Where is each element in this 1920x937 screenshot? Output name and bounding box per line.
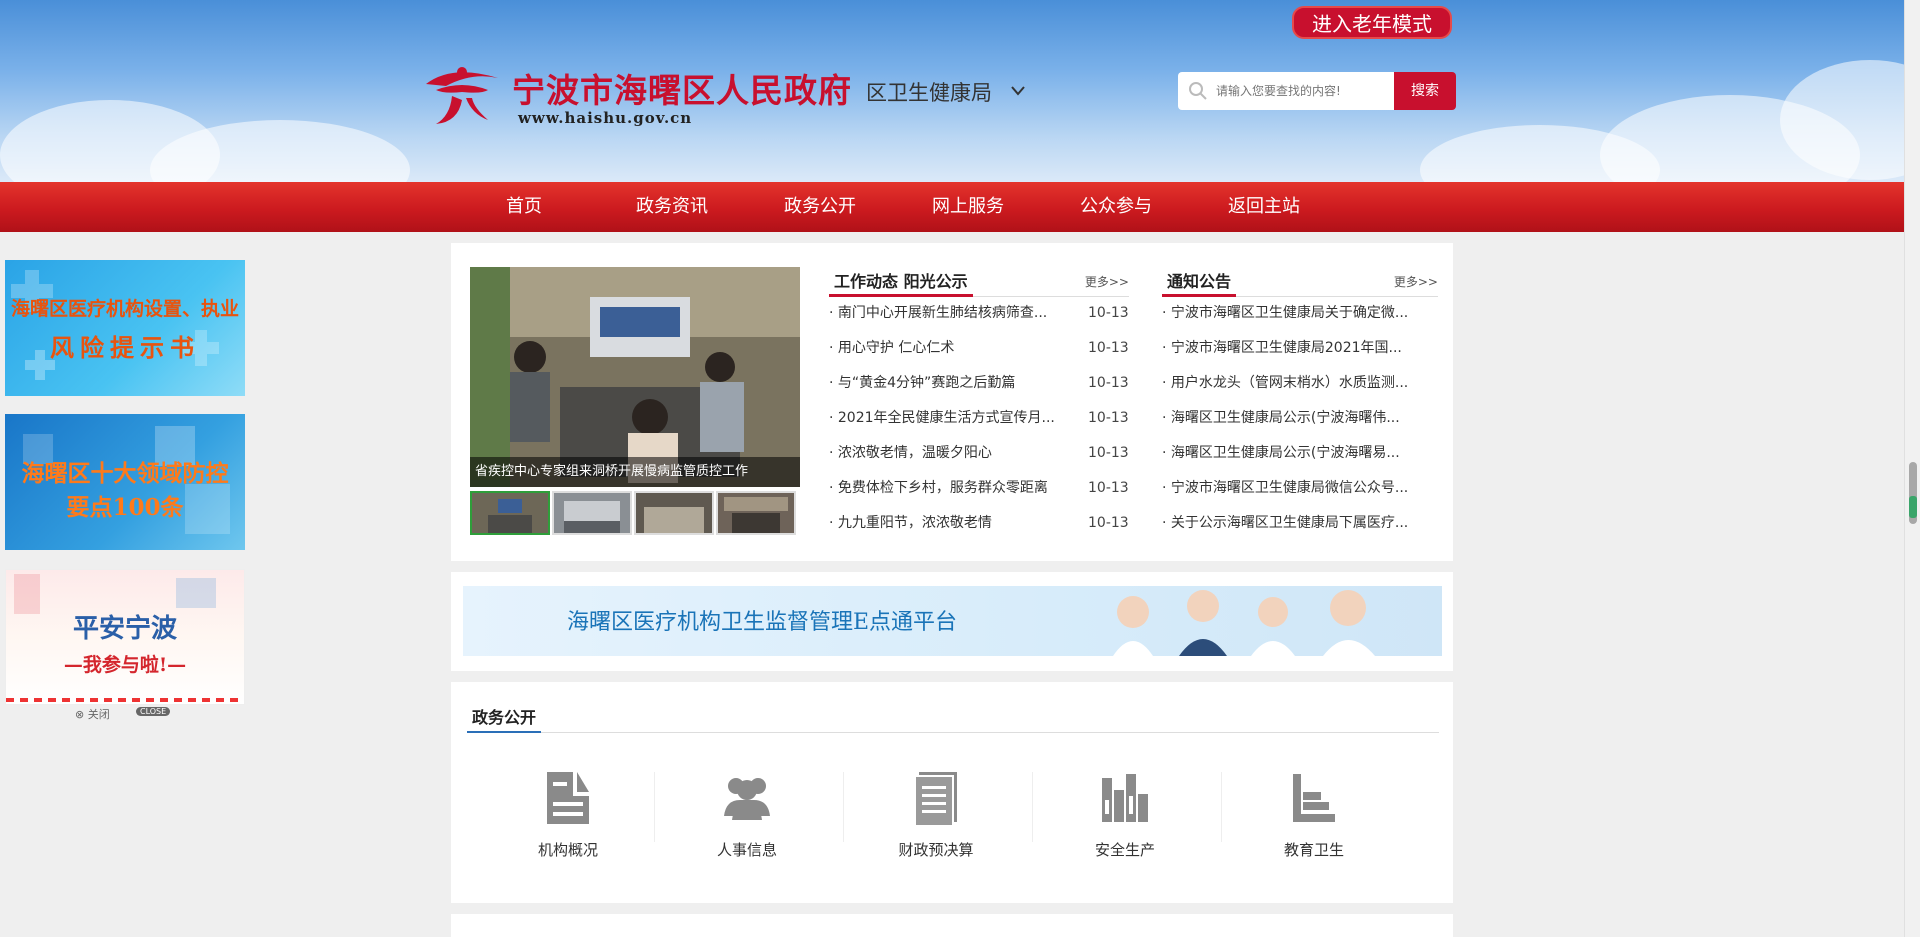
bar-chart-icon (1102, 774, 1148, 822)
news-date: 10-13 (1088, 515, 1129, 531)
nav-item-news[interactable]: 政务资讯 (612, 182, 732, 232)
department-selector[interactable]: 区卫生健康局 (866, 77, 992, 107)
ad-close-en-button[interactable]: CLOSE (136, 707, 171, 716)
category-personnel[interactable]: 人事信息 (672, 770, 822, 870)
news-date: 10-13 (1088, 445, 1129, 461)
category-org-overview[interactable]: 机构概况 (493, 770, 643, 870)
work-news-header: 工作动态 阳光公示 更多>> (829, 267, 1129, 297)
news-item[interactable]: · 与“黄金4分钟”赛跑之后勤篇 (829, 373, 1059, 393)
news-date: 10-13 (1088, 340, 1129, 356)
ad-prevention-line1: 海曙区十大领域防控 (21, 460, 229, 487)
ad-risk-line2: 风险提示书 (50, 333, 200, 362)
banner-panel: 海曙区医疗机构卫生监督管理E点通平台 (451, 572, 1453, 671)
site-url: www.haishu.gov.cn (518, 109, 693, 127)
people-icon (724, 778, 770, 820)
slide-thumbnail[interactable] (470, 491, 550, 535)
nav-item-home[interactable]: 首页 (464, 182, 584, 232)
e-platform-banner[interactable]: 海曙区医疗机构卫生监督管理E点通平台 (463, 586, 1442, 656)
category-divider (1032, 772, 1033, 842)
search-box (1178, 72, 1396, 110)
site-title[interactable]: 宁波市海曙区人民政府 (512, 64, 852, 112)
nav-item-public-participation[interactable]: 公众参与 (1056, 182, 1176, 232)
category-label: 财政预决算 (898, 841, 974, 859)
page-scrollbar[interactable] (1904, 0, 1920, 937)
news-panel: 省疾控中心专家组来洞桥开展慢病监管质控工作 工作动态 阳光公示 更多>> · 南… (451, 243, 1453, 561)
category-label: 人事信息 (716, 841, 777, 859)
ad-close-button[interactable]: ⊗ 关闭 (75, 706, 110, 722)
category-education-health[interactable]: 教育卫生 (1239, 770, 1389, 870)
news-item[interactable]: · 九九重阳节，浓浓敬老情 (829, 513, 1059, 533)
ad-risk-line1: 海曙区医疗机构设置、执业 (10, 298, 239, 320)
ad-safe-line2: —我参与啦!— (63, 654, 187, 676)
news-date: 10-13 (1088, 480, 1129, 496)
search-input[interactable] (1216, 72, 1392, 110)
notices-title[interactable]: 通知公告 (1162, 267, 1237, 297)
government-logo-icon[interactable] (422, 64, 502, 128)
meeting-photo (470, 267, 800, 487)
notice-item[interactable]: · 关于公示海曙区卫生健康局下属医疗... (1162, 513, 1438, 533)
slide-thumbnail[interactable] (634, 491, 714, 535)
news-item[interactable]: · 用心守护 仁心仁术 (829, 338, 1059, 358)
category-divider (654, 772, 655, 842)
news-date: 10-13 (1088, 375, 1129, 391)
news-date: 10-13 (1088, 410, 1129, 426)
gov-open-panel: 政务公开 机构概况 人事信息 财政预决算 安全生产 教育卫生 (451, 682, 1453, 903)
news-item[interactable]: · 2021年全民健康生活方式宣传月... (829, 408, 1059, 428)
notice-item[interactable]: · 海曙区卫生健康局公示(宁波海曙易... (1162, 443, 1438, 463)
medical-staff-graphic (1113, 590, 1375, 656)
category-safety[interactable]: 安全生产 (1050, 770, 1200, 870)
ad-safe-ningbo[interactable]: 平安宁波 —我参与啦!— (5, 569, 245, 705)
ad-safe-line1: 平安宁波 (72, 614, 177, 644)
slide-caption: 省疾控中心专家组来洞桥开展慢病监管质控工作 (470, 457, 800, 487)
news-date: 10-13 (1088, 305, 1129, 321)
notice-item[interactable]: · 宁波市海曙区卫生健康局关于确定微... (1162, 303, 1438, 323)
news-item[interactable]: · 浓浓敬老情，温暖夕阳心 (829, 443, 1059, 463)
category-label: 机构概况 (537, 841, 598, 859)
news-item[interactable]: · 南门中心开展新生肺结核病筛查... (829, 303, 1059, 323)
work-news-title[interactable]: 工作动态 阳光公示 (829, 267, 973, 297)
news-slideshow[interactable]: 省疾控中心专家组来洞桥开展慢病监管质控工作 (470, 267, 800, 487)
banner-text: 海曙区医疗机构卫生监督管理E点通平台 (567, 610, 958, 635)
work-news-more-link[interactable]: 更多>> (1085, 267, 1129, 297)
ad-prevention-points[interactable]: 海曙区十大领域防控 要点100条 (5, 414, 245, 550)
notices-header: 通知公告 更多>> (1162, 267, 1438, 297)
site-header: 进入老年模式 宁波市海曙区人民政府 www.haishu.gov.cn 区卫生健… (0, 0, 1904, 182)
gov-open-header: 政务公开 (467, 705, 1439, 733)
notice-item[interactable]: · 宁波市海曙区卫生健康局2021年国... (1162, 338, 1438, 358)
chevron-down-icon[interactable] (1010, 82, 1026, 101)
ad-risk-notice[interactable]: 海曙区医疗机构设置、执业 风险提示书 (5, 260, 245, 396)
slide-thumbnail[interactable] (716, 491, 796, 535)
category-label: 教育卫生 (1283, 841, 1344, 859)
next-panel (451, 914, 1453, 937)
category-divider (1221, 772, 1222, 842)
notice-item[interactable]: · 海曙区卫生健康局公示(宁波海曙伟... (1162, 408, 1438, 428)
gov-open-title: 政务公开 (467, 705, 542, 733)
notice-item[interactable]: · 宁波市海曙区卫生健康局微信公众号... (1162, 478, 1438, 498)
main-nav: 首页 政务资讯 政务公开 网上服务 公众参与 返回主站 (0, 182, 1904, 232)
search-icon (1189, 82, 1207, 100)
category-budget[interactable]: 财政预决算 (861, 770, 1011, 870)
nav-item-main-site[interactable]: 返回主站 (1204, 182, 1324, 232)
notice-item[interactable]: · 用户水龙头（管网末梢水）水质监测... (1162, 373, 1438, 393)
nav-item-online-service[interactable]: 网上服务 (908, 182, 1028, 232)
news-item[interactable]: · 免费体检下乡村，服务群众零距离 (829, 478, 1059, 498)
elder-mode-button[interactable]: 进入老年模式 (1292, 6, 1452, 39)
scrollbar-marker (1909, 496, 1917, 518)
ledger-icon (914, 772, 957, 826)
slide-thumbnail[interactable] (552, 491, 632, 535)
document-icon (547, 772, 589, 824)
search-button[interactable]: 搜索 (1394, 72, 1456, 110)
ad-prevention-line2: 要点100条 (66, 494, 184, 521)
notices-more-link[interactable]: 更多>> (1394, 267, 1438, 297)
category-label: 安全生产 (1094, 841, 1155, 859)
stacked-bars-icon (1293, 774, 1335, 822)
nav-item-gov-open[interactable]: 政务公开 (760, 182, 880, 232)
category-divider (843, 772, 844, 842)
